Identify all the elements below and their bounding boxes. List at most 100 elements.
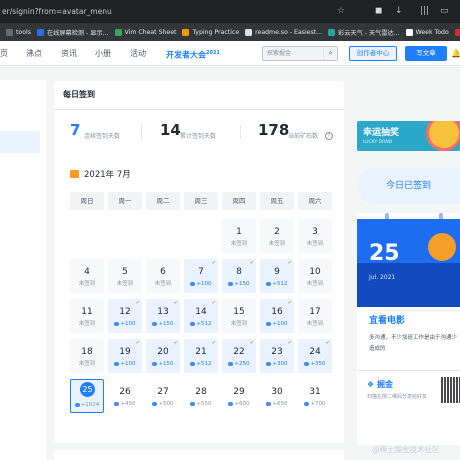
calendar-day[interactable]: 29 +600 (222, 379, 256, 413)
day-number: 2 (274, 227, 280, 237)
bookmark-item[interactable]: 在线屏幕检测 - 显示... (36, 23, 109, 41)
day-status-label: +250 (234, 361, 250, 367)
pocket-icon[interactable]: ◼ (375, 0, 382, 23)
nav-item[interactable]: 活动 (130, 41, 146, 66)
help-icon[interactable]: ? (325, 132, 333, 140)
calendar-empty-cell (146, 219, 180, 253)
calendar-day[interactable]: 14 +512 ✔ (184, 299, 218, 333)
ore-gem-icon (266, 361, 272, 366)
bookmark-favicon-icon (36, 28, 44, 36)
calendar-day[interactable]: 24 +350 ✔ (298, 339, 332, 373)
day-label: +100 (260, 321, 294, 327)
day-number: 13 (157, 307, 169, 317)
library-icon[interactable]: ||| (420, 0, 429, 23)
search-box[interactable]: 探索掘金 ⌕ (262, 46, 338, 61)
day-label: +600 (222, 401, 256, 407)
creator-center-button[interactable]: 创作者中心 (349, 46, 397, 61)
qr-code[interactable] (441, 377, 460, 403)
day-status-label: 未签到 (154, 281, 172, 287)
streak-days-label: 连续签到天数 (84, 133, 121, 140)
day-number: 31 (309, 387, 321, 397)
day-status-label: +350 (310, 361, 326, 367)
day-label: +350 (298, 361, 332, 367)
write-article-button[interactable]: 写文章 (405, 46, 447, 61)
url-text[interactable]: er/signin?from=avatar_menu (0, 0, 112, 23)
promo-link[interactable]: 开发者大会2021 (166, 41, 220, 66)
day-status-label: +1024 (80, 402, 100, 408)
day-status-label: 未签到 (268, 241, 286, 247)
calendar-day[interactable]: 20 +150 ✔ (146, 339, 180, 373)
calendar-day[interactable]: 27 +500 (146, 379, 180, 413)
day-status-label: 未签到 (306, 281, 324, 287)
nav-item[interactable]: 页 (0, 41, 8, 66)
calendar-day[interactable]: 15 未签到 (222, 299, 256, 333)
calendar-day[interactable]: 8 +150 ✔ (222, 259, 256, 293)
signed-today-button[interactable]: 今日已签到 (357, 168, 460, 204)
left-nav-selected-item[interactable] (0, 131, 40, 153)
calendar-empty-cell (108, 219, 142, 253)
ore-gem-icon (304, 401, 310, 406)
check-mark-icon: ✔ (325, 340, 330, 346)
day-number: 29 (233, 387, 245, 397)
bookmark-favicon-icon (182, 28, 190, 36)
calendar-day[interactable]: 4 未签到 (70, 259, 104, 293)
search-icon[interactable]: ⌕ (323, 47, 337, 60)
calendar-day[interactable]: 2 未签到 (260, 219, 294, 253)
calendar-day[interactable]: 17 未签到 (298, 299, 332, 333)
calendar-day[interactable]: 10 未签到 (298, 259, 332, 293)
star-icon[interactable]: ☆ (337, 0, 345, 23)
prize-wheel-icon (426, 121, 460, 151)
nav-item[interactable]: 沸点 (26, 41, 42, 66)
day-status-label: 未签到 (230, 241, 248, 247)
lucky-draw-subtitle: LUCKY DRAW (363, 140, 393, 145)
day-number: 16 (271, 307, 283, 317)
calendar-day[interactable]: 26 +450 (108, 379, 142, 413)
bookmark-item[interactable]: tools (6, 23, 31, 41)
nav-item[interactable]: 资讯 (61, 41, 77, 66)
notification-icon[interactable]: 🔔 (451, 41, 460, 66)
calendar-day[interactable]: 13 +150 ✔ (146, 299, 180, 333)
calendar-day[interactable]: 11 未签到 (70, 299, 104, 333)
calendar-day[interactable]: 1 未签到 (222, 219, 256, 253)
day-status-label: +100 (272, 321, 288, 327)
calendar-day[interactable]: 9 +512 ✔ (260, 259, 294, 293)
nav-item[interactable]: 小册 (95, 41, 111, 66)
calendar-day[interactable]: 5 未签到 (108, 259, 142, 293)
calendar-day[interactable]: 22 +250 ✔ (222, 339, 256, 373)
day-status-label: +100 (196, 281, 212, 287)
bookmark-favicon-icon (454, 28, 460, 36)
bookmark-item[interactable]: 彩云天气 - 天气雷达... (328, 23, 400, 41)
bookmark-item[interactable]: readme.so - Easiest... (245, 23, 322, 41)
calendar-day[interactable]: 12 +100 ✔ (108, 299, 142, 333)
lucky-draw-banner[interactable]: 幸运抽奖 LUCKY DRAW (357, 121, 460, 151)
share-hint: 扫描右侧二维码分享给好友 (367, 394, 428, 400)
checkin-card: 每日签到 7 连续签到天数 14 累计签到天数 178 当前矿石数 ? 2021… (54, 81, 344, 443)
day-status-label: 未签到 (230, 321, 248, 327)
ore-gem-icon (190, 281, 196, 286)
sidebar-icon[interactable]: ▭ (440, 0, 449, 23)
calendar-day[interactable]: 21 +512 ✔ (184, 339, 218, 373)
calendar-day[interactable]: 30 +650 (260, 379, 294, 413)
calendar-day[interactable]: 31 +700 (298, 379, 332, 413)
checkin-title: 每日签到 (63, 90, 95, 99)
calendar-day[interactable]: 18 未签到 (70, 339, 104, 373)
download-icon[interactable]: ↓ (395, 0, 403, 23)
calendar-day[interactable]: 7 +100 ✔ (184, 259, 218, 293)
bookmark-item[interactable]: Typing Practice (182, 23, 239, 41)
bookmark-label: readme.so - Easiest... (255, 28, 323, 36)
bookmark-item[interactable]: Vim Tips Wiki | Fand... (454, 23, 460, 41)
calendar-day[interactable]: 3 未签到 (298, 219, 332, 253)
bookmark-label: Vim Cheat Sheet (124, 28, 177, 36)
calendar-day[interactable]: 19 +100 ✔ (108, 339, 142, 373)
calendar-day[interactable]: 25 +1024 (70, 379, 104, 413)
day-status-label: +550 (196, 401, 212, 407)
calendar-day[interactable]: 16 +100 ✔ (260, 299, 294, 333)
bookmark-label: 在线屏幕检测 - 显示... (46, 29, 109, 37)
bookmark-item[interactable]: Week Todo (405, 23, 449, 41)
calendar-day[interactable]: 28 +550 (184, 379, 218, 413)
bookmark-item[interactable]: Vim Cheat Sheet (114, 23, 177, 41)
search-input[interactable]: 探索掘金 (267, 47, 291, 60)
day-label: +150 (146, 321, 180, 327)
calendar-day[interactable]: 6 未签到 (146, 259, 180, 293)
calendar-day[interactable]: 23 +300 ✔ (260, 339, 294, 373)
